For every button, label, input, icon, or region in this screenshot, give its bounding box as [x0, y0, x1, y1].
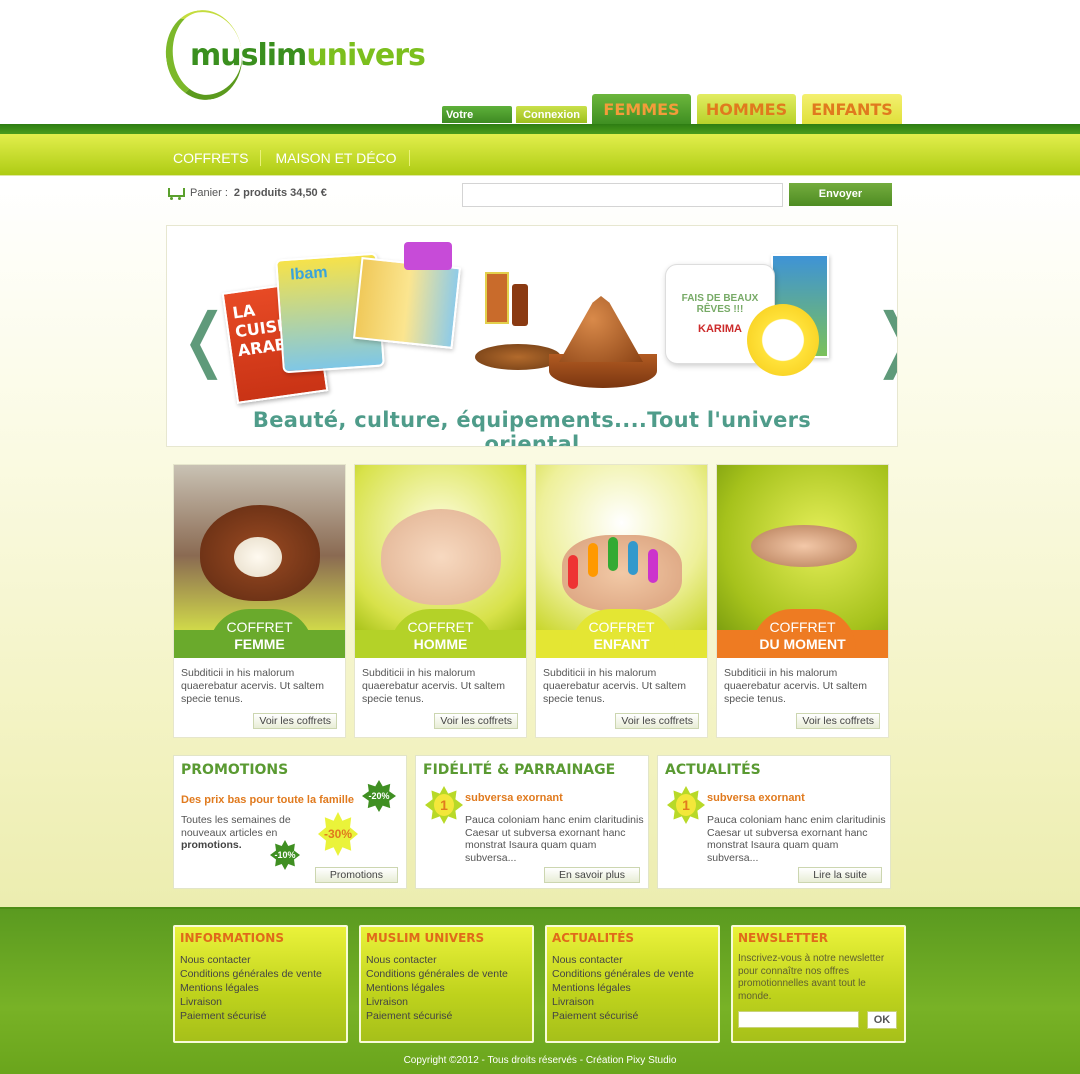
- cart-value: 2 produits 34,50 €: [233, 187, 327, 199]
- number-badge-icon: 1: [667, 786, 705, 824]
- fidelity-subtitle: subversa exornant: [465, 792, 563, 804]
- coffret-name: HOMME: [413, 636, 468, 652]
- cart-label: Panier :: [190, 187, 228, 199]
- menu-item-maison[interactable]: MAISON ET DÉCO: [275, 150, 410, 166]
- coffret-image[interactable]: [355, 465, 526, 630]
- footer-title: ACTUALITÉS: [552, 931, 635, 945]
- footer-title: MUSLIM UNIVERS: [366, 931, 485, 945]
- footer-muslim-univers: MUSLIM UNIVERS Nous contacter Conditions…: [359, 925, 534, 1043]
- newsletter-email-input[interactable]: [738, 1011, 859, 1028]
- footer-link-contact[interactable]: Nous contacter: [366, 953, 508, 967]
- footer-link-delivery[interactable]: Livraison: [180, 995, 322, 1009]
- news-title: ACTUALITÉS: [665, 762, 761, 778]
- search-input[interactable]: [462, 183, 783, 207]
- tab-women[interactable]: FEMMES: [590, 92, 693, 124]
- read-more-button[interactable]: Lire la suite: [798, 867, 882, 883]
- footer-title: INFORMATIONS: [180, 931, 284, 945]
- bottle-image: [512, 284, 528, 326]
- main-menu: COFFRETS MAISON ET DÉCO: [173, 150, 424, 166]
- newsletter-text: Inscrivez-vous à notre newsletter pour c…: [738, 953, 885, 1002]
- coffret-desc: Subditicii in his malorum quaerebatur ac…: [724, 667, 867, 705]
- fidelity-title: FIDÉLITÉ & PARRAINAGE: [423, 762, 616, 778]
- footer-link-delivery[interactable]: Livraison: [366, 995, 508, 1009]
- footer-link-legal[interactable]: Mentions légales: [366, 981, 508, 995]
- promotions-subtitle: Des prix bas pour toute la famille: [181, 794, 354, 806]
- footer-link-payment[interactable]: Paiement sécurisé: [366, 1009, 508, 1023]
- see-coffrets-button[interactable]: Voir les coffrets: [434, 713, 518, 729]
- tab-login[interactable]: Connexion: [515, 105, 588, 124]
- book-image: [352, 256, 462, 350]
- news-subtitle: subversa exornant: [707, 792, 805, 804]
- search-button[interactable]: Envoyer: [789, 183, 892, 206]
- promotions-button[interactable]: Promotions: [314, 867, 398, 883]
- fidelity-box: FIDÉLITÉ & PARRAINAGE 1 subversa exornan…: [415, 755, 649, 889]
- coffret-name: FEMME: [234, 636, 285, 652]
- footer-title: NEWSLETTER: [738, 931, 829, 945]
- coffret-label: COFFRET: [226, 619, 293, 635]
- footer-informations: INFORMATIONS Nous contacter Conditions g…: [173, 925, 348, 1043]
- promotions-title: PROMOTIONS: [181, 762, 289, 778]
- coffret-image[interactable]: [717, 465, 888, 630]
- coffret-label: COFFRET: [407, 619, 474, 635]
- coffret-card-enfant: COFFRET ENFANT Subditicii in his malorum…: [535, 464, 708, 738]
- header-bar: [0, 124, 1080, 134]
- news-box: ACTUALITÉS 1 subversa exornant Pauca col…: [657, 755, 891, 889]
- coffret-image[interactable]: [536, 465, 707, 630]
- cart-summary[interactable]: Panier : 2 produits 34,50 €: [166, 186, 327, 200]
- footer-link-cgv[interactable]: Conditions générales de vente: [180, 967, 322, 981]
- slider-next-icon[interactable]: ❭: [867, 304, 897, 374]
- footer-link-legal[interactable]: Mentions légales: [180, 981, 322, 995]
- menu-item-coffrets[interactable]: COFFRETS: [173, 150, 262, 166]
- tab-kids[interactable]: ENFANTS: [800, 92, 904, 124]
- logo-text: muslimunivers: [190, 38, 426, 73]
- coffret-card-femme: COFFRET FEMME Subditicii in his malorum …: [173, 464, 346, 738]
- coffret-desc: Subditicii in his malorum quaerebatur ac…: [181, 667, 324, 705]
- footer-link-delivery[interactable]: Livraison: [552, 995, 694, 1009]
- coffret-image[interactable]: [174, 465, 345, 630]
- site-logo[interactable]: muslimunivers: [160, 5, 436, 105]
- tajine-lid-image: [559, 296, 643, 362]
- promotions-box: PROMOTIONS Des prix bas pour toute la fa…: [173, 755, 407, 889]
- footer: [0, 907, 1080, 1074]
- footer-link-legal[interactable]: Mentions légales: [552, 981, 694, 995]
- copyright: Copyright ©2012 - Tous droits réservés -…: [403, 1055, 677, 1066]
- speech-bubble: [404, 242, 452, 270]
- footer-link-payment[interactable]: Paiement sécurisé: [180, 1009, 322, 1023]
- news-text: Pauca coloniam hanc enim claritudinis Ca…: [707, 814, 886, 864]
- footer-newsletter: NEWSLETTER Inscrivez-vous à notre newsle…: [731, 925, 906, 1043]
- learn-more-button[interactable]: En savoir plus: [544, 867, 640, 883]
- footer-link-contact[interactable]: Nous contacter: [552, 953, 694, 967]
- fidelity-text: Pauca coloniam hanc enim claritudinis Ca…: [465, 814, 644, 864]
- footer-link-cgv[interactable]: Conditions générales de vente: [366, 967, 508, 981]
- banner-slider: ❬ ❭ LA CUISINE ARABE Ibam FAIS DE BEAUX …: [166, 225, 898, 447]
- footer-link-payment[interactable]: Paiement sécurisé: [552, 1009, 694, 1023]
- number-badge-icon: 1: [425, 786, 463, 824]
- newsletter-ok-button[interactable]: OK: [867, 1011, 897, 1029]
- see-coffrets-button[interactable]: Voir les coffrets: [615, 713, 699, 729]
- coffret-card-homme: COFFRET HOMME Subditicii in his malorum …: [354, 464, 527, 738]
- coffret-card-moment: COFFRET DU MOMENT Subditicii in his malo…: [716, 464, 889, 738]
- tab-account[interactable]: Votre compte: [441, 105, 513, 139]
- spice-jar-image: [485, 272, 509, 324]
- coffret-label: COFFRET: [769, 619, 836, 635]
- footer-actualites: ACTUALITÉS Nous contacter Conditions gén…: [545, 925, 720, 1043]
- discount-badge-20: -20%: [362, 780, 396, 812]
- footer-link-cgv[interactable]: Conditions générales de vente: [552, 967, 694, 981]
- coffret-desc: Subditicii in his malorum quaerebatur ac…: [543, 667, 686, 705]
- coffret-name: ENFANT: [593, 636, 650, 652]
- slider-slogan: Beauté, culture, équipements....Tout l'u…: [252, 408, 812, 447]
- discount-badge-30: -30%: [318, 812, 358, 856]
- coffret-label: COFFRET: [588, 619, 655, 635]
- cart-icon: [166, 186, 185, 200]
- coffret-name: DU MOMENT: [759, 636, 846, 652]
- see-coffrets-button[interactable]: Voir les coffrets: [796, 713, 880, 729]
- footer-link-contact[interactable]: Nous contacter: [180, 953, 322, 967]
- see-coffrets-button[interactable]: Voir les coffrets: [253, 713, 337, 729]
- menu-bar: [0, 134, 1080, 176]
- tab-men[interactable]: HOMMES: [695, 92, 798, 124]
- coffret-desc: Subditicii in his malorum quaerebatur ac…: [362, 667, 505, 705]
- flower-plush-image: [747, 304, 819, 376]
